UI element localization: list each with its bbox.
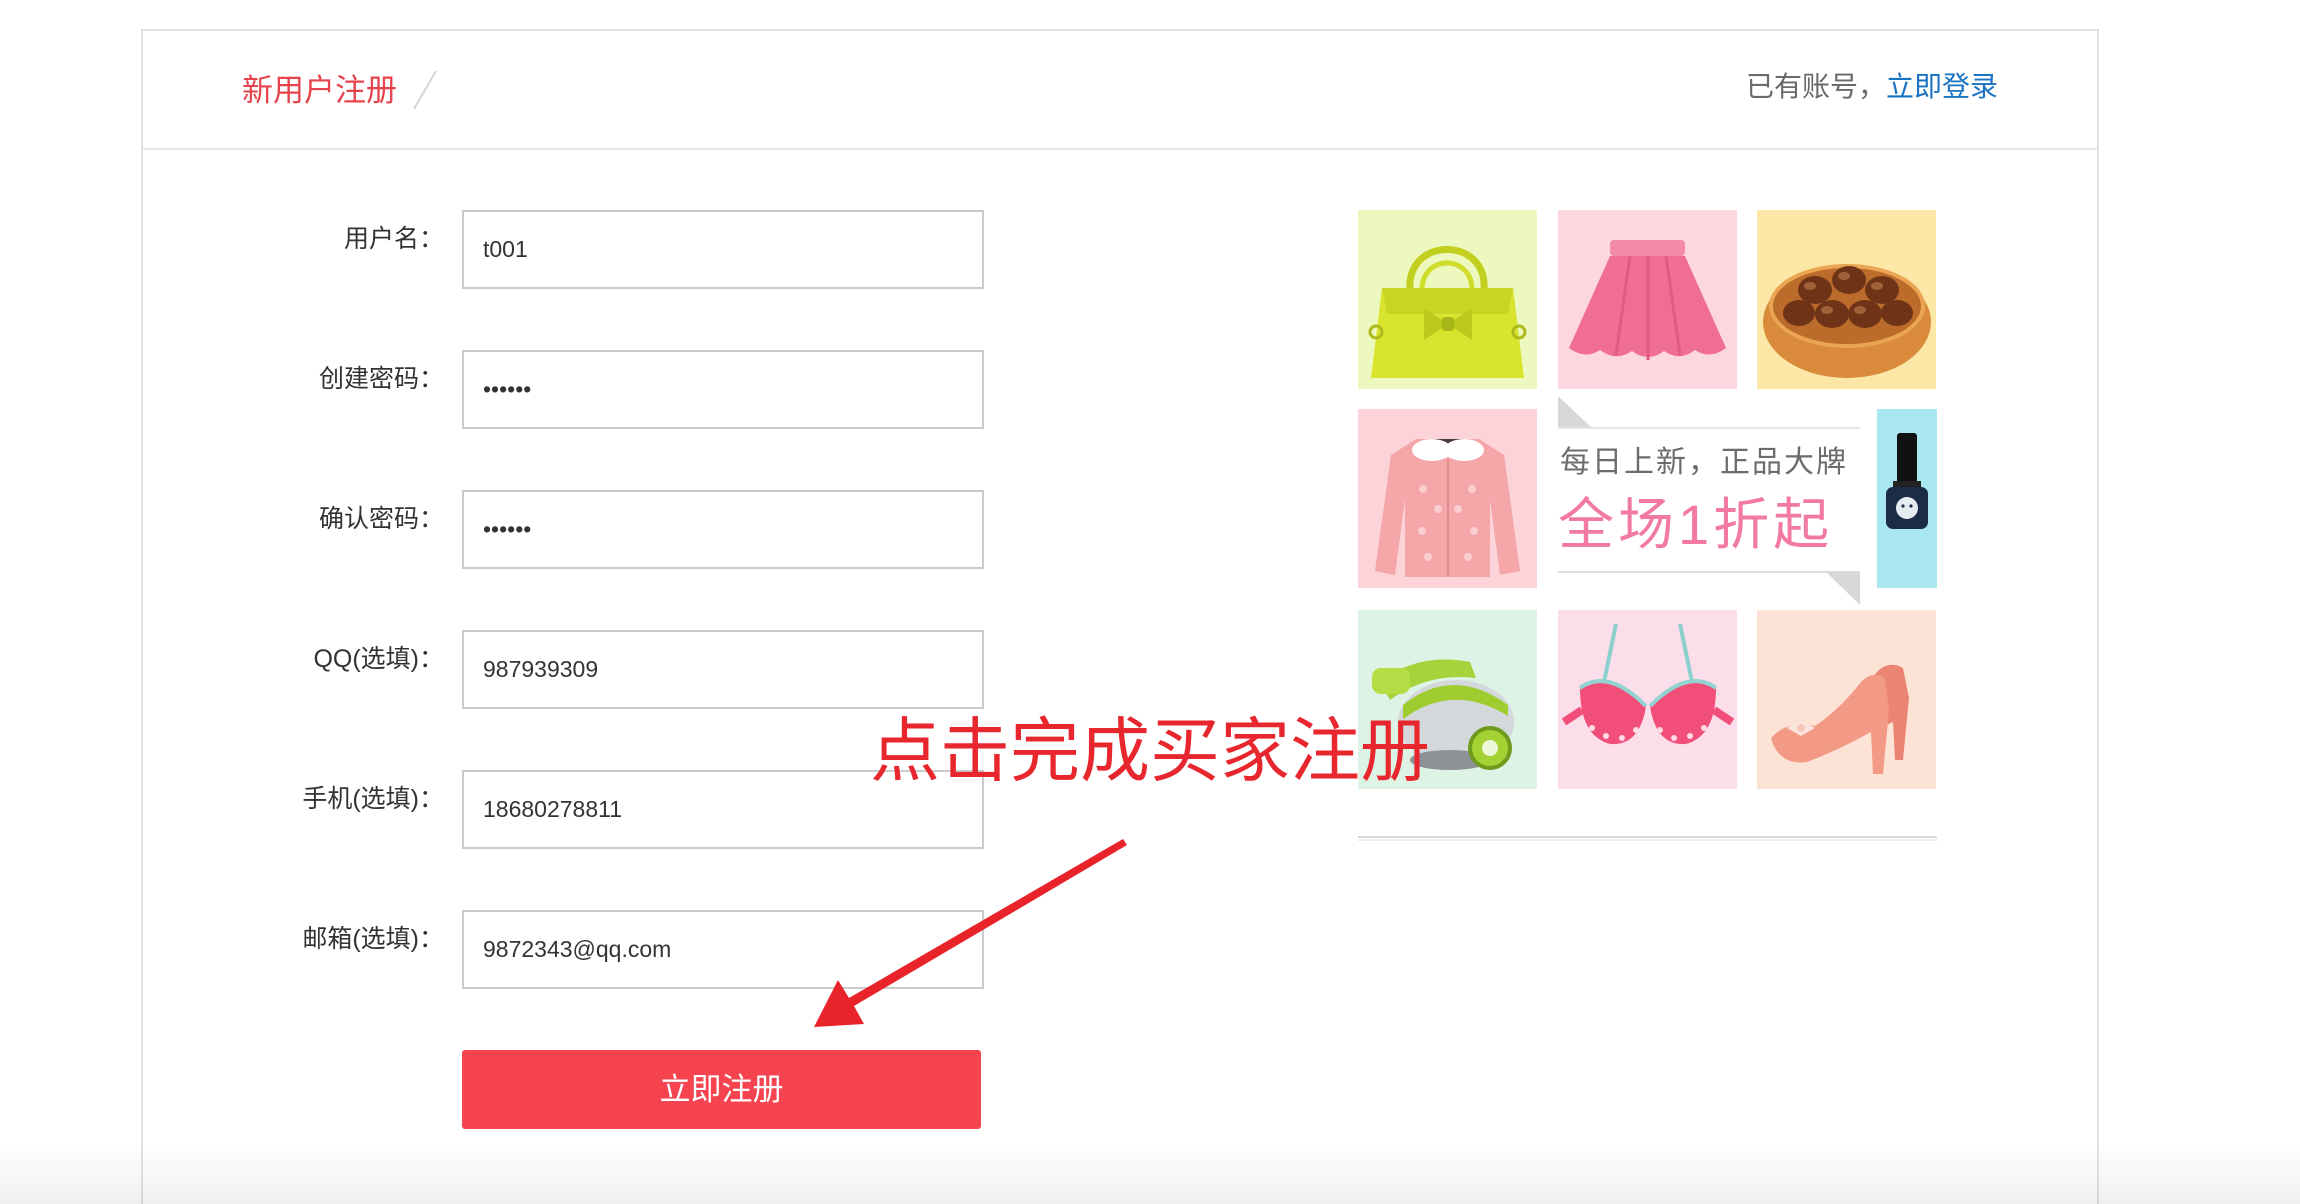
phone-label: 手机(选填)： [302,785,444,813]
skirt-image [1569,240,1726,360]
create-password-input[interactable] [462,350,984,429]
banner-subtitle: 每日上新，正品大牌 [1560,446,1848,479]
handbag-image [1368,246,1527,378]
high-heels-image [1771,664,1909,774]
create-password-label: 创建密码： [318,365,444,393]
login-link[interactable]: 立即登录 [1886,71,1998,102]
form-row-qq: QQ(选填)： [143,630,1003,709]
promo-banner-grid: 每日上新，正品大牌 全场1折起 [1358,210,1937,850]
promo-divider [1358,836,1937,841]
bra-image [1561,623,1735,745]
login-prompt-text: 已有账号， [1745,71,1886,102]
promo-tile-high-heels [1757,610,1936,789]
form-row-username: 用户名： [143,210,1003,289]
bottom-shadow [0,1142,2300,1204]
form-row-confirm-password: 确认密码： [143,490,1003,569]
walnuts-image [1763,264,1931,378]
username-input[interactable] [462,210,984,289]
promo-tile-bra [1558,610,1737,789]
qq-input[interactable] [462,630,984,709]
cardigan-image [1375,439,1520,577]
nail-polish-image [1886,433,1928,529]
email-label: 邮箱(选填)： [302,925,444,953]
username-label: 用户名： [343,225,444,253]
login-prompt: 已有账号，立即登录 [1746,69,1998,105]
register-button[interactable]: 立即注册 [462,1050,981,1129]
form-row-create-password: 创建密码： [143,350,1003,429]
confirm-password-input[interactable] [462,490,984,569]
promo-tile-skirt [1558,210,1737,389]
confirm-password-label: 确认密码： [318,505,444,533]
promo-tile-handbag [1358,210,1537,389]
promo-tile-cardigan [1358,409,1537,588]
qq-label: QQ(选填)： [313,645,444,673]
promo-banner: 每日上新，正品大牌 全场1折起 [1558,396,1860,605]
annotation-text: 点击完成买家注册 [870,712,1430,790]
promo-tile-nail-polish [1877,409,1937,588]
promo-tile-walnuts [1757,210,1936,389]
banner-headline: 全场1折起 [1558,493,1834,556]
red-arrow-icon [814,839,1127,1027]
